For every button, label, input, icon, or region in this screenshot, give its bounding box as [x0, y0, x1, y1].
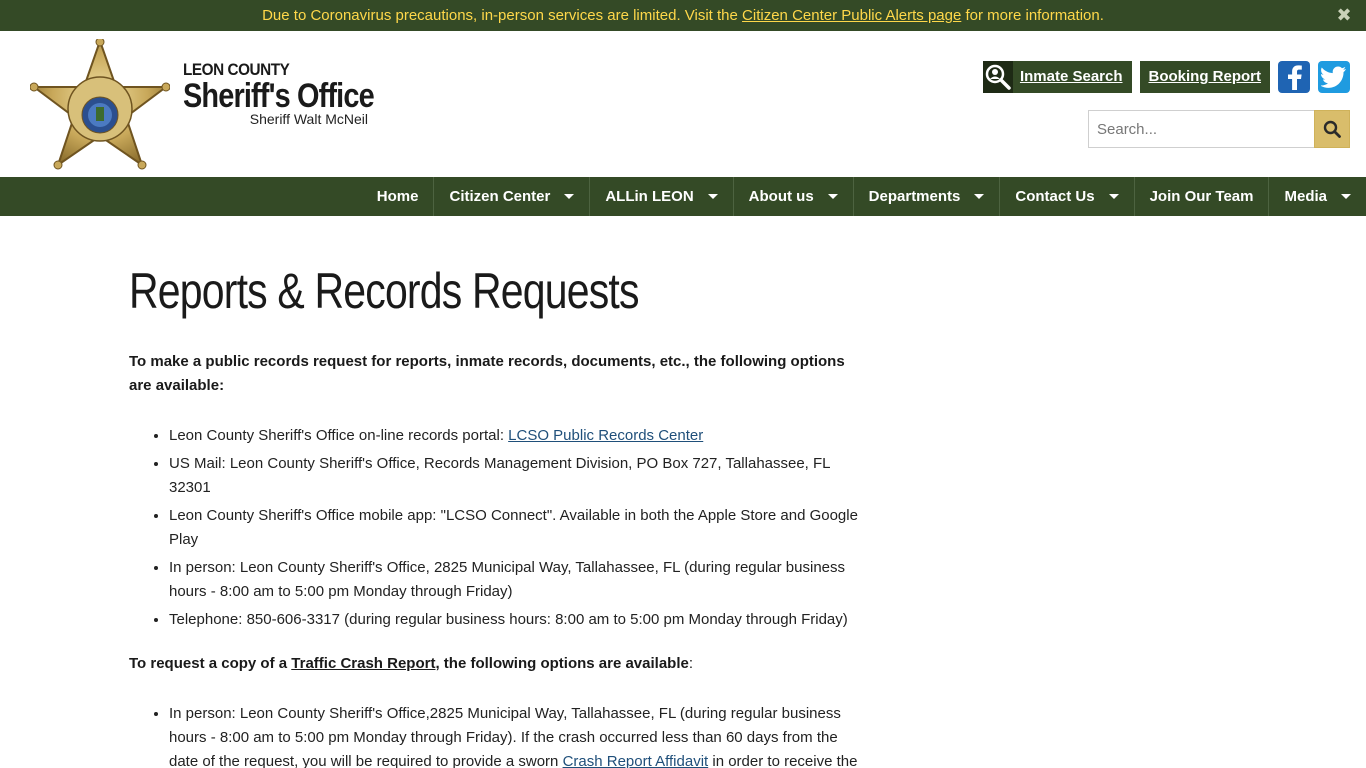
crash-intro-after: , the following options are available — [435, 655, 689, 672]
twitter-icon[interactable] — [1318, 61, 1350, 93]
alert-text-before: Due to Coronavirus precautions, in-perso… — [262, 7, 743, 24]
list-item: Leon County Sheriff's Office mobile app:… — [169, 504, 869, 552]
page-title: Reports & Records Requests — [129, 263, 639, 319]
records-options-list: Leon County Sheriff's Office on-line rec… — [169, 424, 869, 632]
nav-contact-us[interactable]: Contact Us — [999, 177, 1133, 216]
close-icon[interactable]: ✖ — [1334, 0, 1354, 31]
brand-block[interactable]: LEON COUNTY Sheriff's Office Sheriff Wal… — [183, 61, 383, 128]
nav-about-us[interactable]: About us — [732, 177, 853, 216]
inmate-search-label: Inmate Search — [1019, 68, 1123, 85]
nav-label: Join Our Team — [1149, 188, 1254, 205]
crash-intro-before: To request a copy of a — [129, 655, 292, 672]
magnifier-person-icon — [982, 61, 1013, 93]
nav-allin-leon[interactable]: ALLin LEON — [589, 177, 732, 216]
nav-media[interactable]: Media — [1268, 177, 1366, 216]
public-alerts-link[interactable]: Citizen Center Public Alerts page — [742, 7, 961, 24]
list-item: Telephone: 850-606-3317 (during regular … — [169, 608, 869, 632]
booking-report-button[interactable]: Booking Report — [1139, 61, 1270, 93]
nav-label: Departments — [868, 188, 961, 205]
nav-label: About us — [748, 188, 814, 205]
search-icon — [1323, 120, 1341, 138]
option-text: Leon County Sheriff's Office on-line rec… — [169, 427, 509, 444]
nav-citizen-center[interactable]: Citizen Center — [433, 177, 589, 216]
traffic-crash-report-link[interactable]: Traffic Crash Report — [291, 655, 435, 672]
caret-down-icon — [1341, 194, 1351, 199]
nav-label: Media — [1284, 188, 1327, 205]
facebook-icon[interactable] — [1278, 61, 1310, 93]
nav-label: ALLin LEON — [605, 188, 694, 205]
sheriff-star-badge[interactable] — [29, 37, 171, 171]
nav-label: Home — [376, 188, 419, 205]
nav-departments[interactable]: Departments — [852, 177, 1000, 216]
nav-join-our-team[interactable]: Join Our Team — [1133, 177, 1269, 216]
site-header: LEON COUNTY Sheriff's Office Sheriff Wal… — [0, 31, 1366, 177]
main-nav: Home Citizen Center ALLin LEON About us … — [0, 177, 1366, 216]
public-records-center-link[interactable]: LCSO Public Records Center — [508, 427, 703, 444]
top-actions: Inmate Search Booking Report — [982, 61, 1350, 93]
list-item: In person: Leon County Sheriff's Office,… — [169, 702, 869, 768]
crash-report-intro: To request a copy of a Traffic Crash Rep… — [129, 652, 869, 676]
caret-down-icon — [707, 194, 718, 199]
alert-text-after: for more information. — [961, 7, 1104, 24]
alert-bar: Due to Coronavirus precautions, in-perso… — [0, 0, 1366, 31]
crash-options-list: In person: Leon County Sheriff's Office,… — [169, 702, 869, 768]
crash-report-affidavit-link[interactable]: Crash Report Affidavit — [563, 753, 709, 768]
search-button[interactable] — [1314, 110, 1350, 148]
records-intro: To make a public records request for rep… — [129, 353, 845, 394]
nav-label: Citizen Center — [449, 188, 551, 205]
nav-label: Contact Us — [1015, 188, 1095, 205]
search-input[interactable] — [1088, 110, 1314, 148]
caret-down-icon — [827, 194, 838, 199]
caret-down-icon — [564, 194, 575, 199]
inmate-search-button[interactable]: Inmate Search — [982, 61, 1132, 93]
nav-home[interactable]: Home — [362, 177, 434, 216]
list-item: Leon County Sheriff's Office on-line rec… — [169, 424, 869, 448]
main-content: Reports & Records Requests To make a pub… — [129, 216, 869, 768]
crash-intro-colon: : — [688, 655, 694, 672]
list-item: In person: Leon County Sheriff's Office,… — [169, 556, 869, 604]
list-item: US Mail: Leon County Sheriff's Office, R… — [169, 452, 869, 500]
caret-down-icon — [974, 194, 985, 199]
caret-down-icon — [1108, 194, 1119, 199]
site-search — [1088, 110, 1350, 148]
brand-title: Sheriff's Office — [183, 77, 375, 115]
